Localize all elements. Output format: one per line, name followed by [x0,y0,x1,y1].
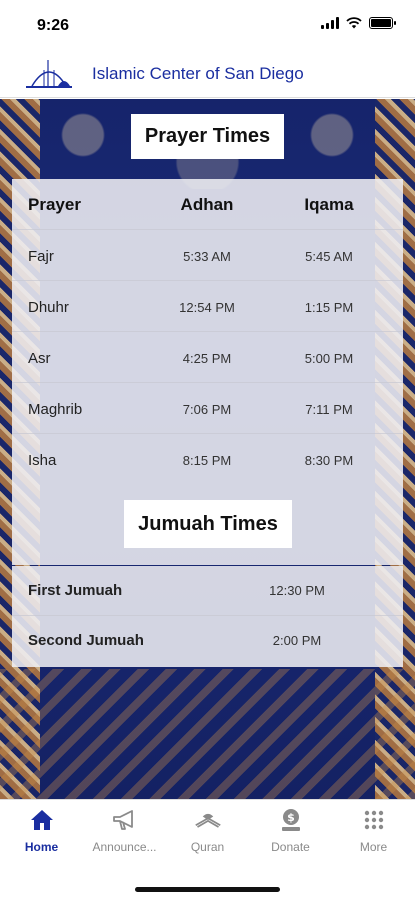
tab-label: Quran [190,840,225,854]
tab-more[interactable]: More [332,806,415,861]
jumuah-times-title: Jumuah Times [124,500,292,548]
mosque-dome-icon [26,60,72,88]
prayer-name: Isha [28,452,57,469]
tab-label: More [359,840,388,854]
table-row: Maghrib 7:06 PM 7:11 PM [12,383,403,434]
jumuah-time: 12:30 PM [269,583,325,598]
table-row: Second Jumuah 2:00 PM [12,616,403,666]
status-icons [321,17,396,29]
prayer-name: Fajr [28,248,54,265]
adhan-time: 4:25 PM [182,351,232,366]
home-icon [28,806,56,834]
column-header-adhan: Adhan [180,195,234,214]
app-title: Islamic Center of San Diego [92,64,304,83]
quran-book-icon [194,806,222,834]
jumuah-times-table: First Jumuah 12:30 PM Second Jumuah 2:00… [12,566,403,667]
adhan-time: 12:54 PM [179,300,235,315]
cellular-signal-icon [321,17,339,29]
prayer-times-title: Prayer Times [131,114,284,159]
jumuah-name: First Jumuah [28,582,123,599]
tab-quran[interactable]: Quran [166,806,249,861]
main-content[interactable]: Prayer Adhan Iqama Fajr 5:33 AM 5:45 AM … [0,99,415,799]
tab-bar: Home Announce... Quran $ Donate More [0,799,415,900]
column-header-iqama: Iqama [304,195,354,214]
status-bar: 9:26 [0,0,415,52]
column-header-prayer: Prayer [28,195,81,214]
adhan-time: 8:15 PM [182,453,232,468]
megaphone-icon [111,806,139,834]
tab-label: Donate [271,840,310,854]
iqama-time: 5:45 AM [305,249,353,264]
iqama-time: 8:30 PM [304,453,354,468]
app-header: Islamic Center of San Diego [0,52,415,98]
home-indicator[interactable] [135,887,280,892]
donate-icon: $ [277,806,305,834]
adhan-time: 5:33 AM [183,249,231,264]
battery-icon [369,17,396,29]
table-row: Dhuhr 12:54 PM 1:15 PM [12,281,403,332]
table-row: Isha 8:15 PM 8:30 PM [12,434,403,485]
svg-text:$: $ [287,811,295,824]
adhan-time: 7:06 PM [182,402,232,417]
status-time: 9:26 [37,17,70,34]
iqama-time: 1:15 PM [304,300,354,315]
prayer-name: Maghrib [28,401,83,418]
iqama-time: 7:11 PM [305,402,353,417]
iqama-time: 5:00 PM [304,351,354,366]
jumuah-time: 2:00 PM [272,633,322,648]
prayer-name: Asr [28,350,51,367]
table-header-row: Prayer Adhan Iqama [12,179,403,230]
prayer-name: Dhuhr [28,299,69,316]
tab-label: Home [24,840,59,854]
decorative-ornament-bottom [0,669,415,799]
tab-donate[interactable]: $ Donate [249,806,332,861]
table-row: Fajr 5:33 AM 5:45 AM [12,230,403,281]
tab-home[interactable]: Home [0,806,83,861]
table-row: Asr 4:25 PM 5:00 PM [12,332,403,383]
table-row: First Jumuah 12:30 PM [12,566,403,616]
jumuah-name: Second Jumuah [28,632,144,649]
tab-announcements[interactable]: Announce... [83,806,166,861]
wifi-icon [346,17,362,29]
tab-label: Announce... [92,840,157,854]
grid-dots-icon [360,806,388,834]
